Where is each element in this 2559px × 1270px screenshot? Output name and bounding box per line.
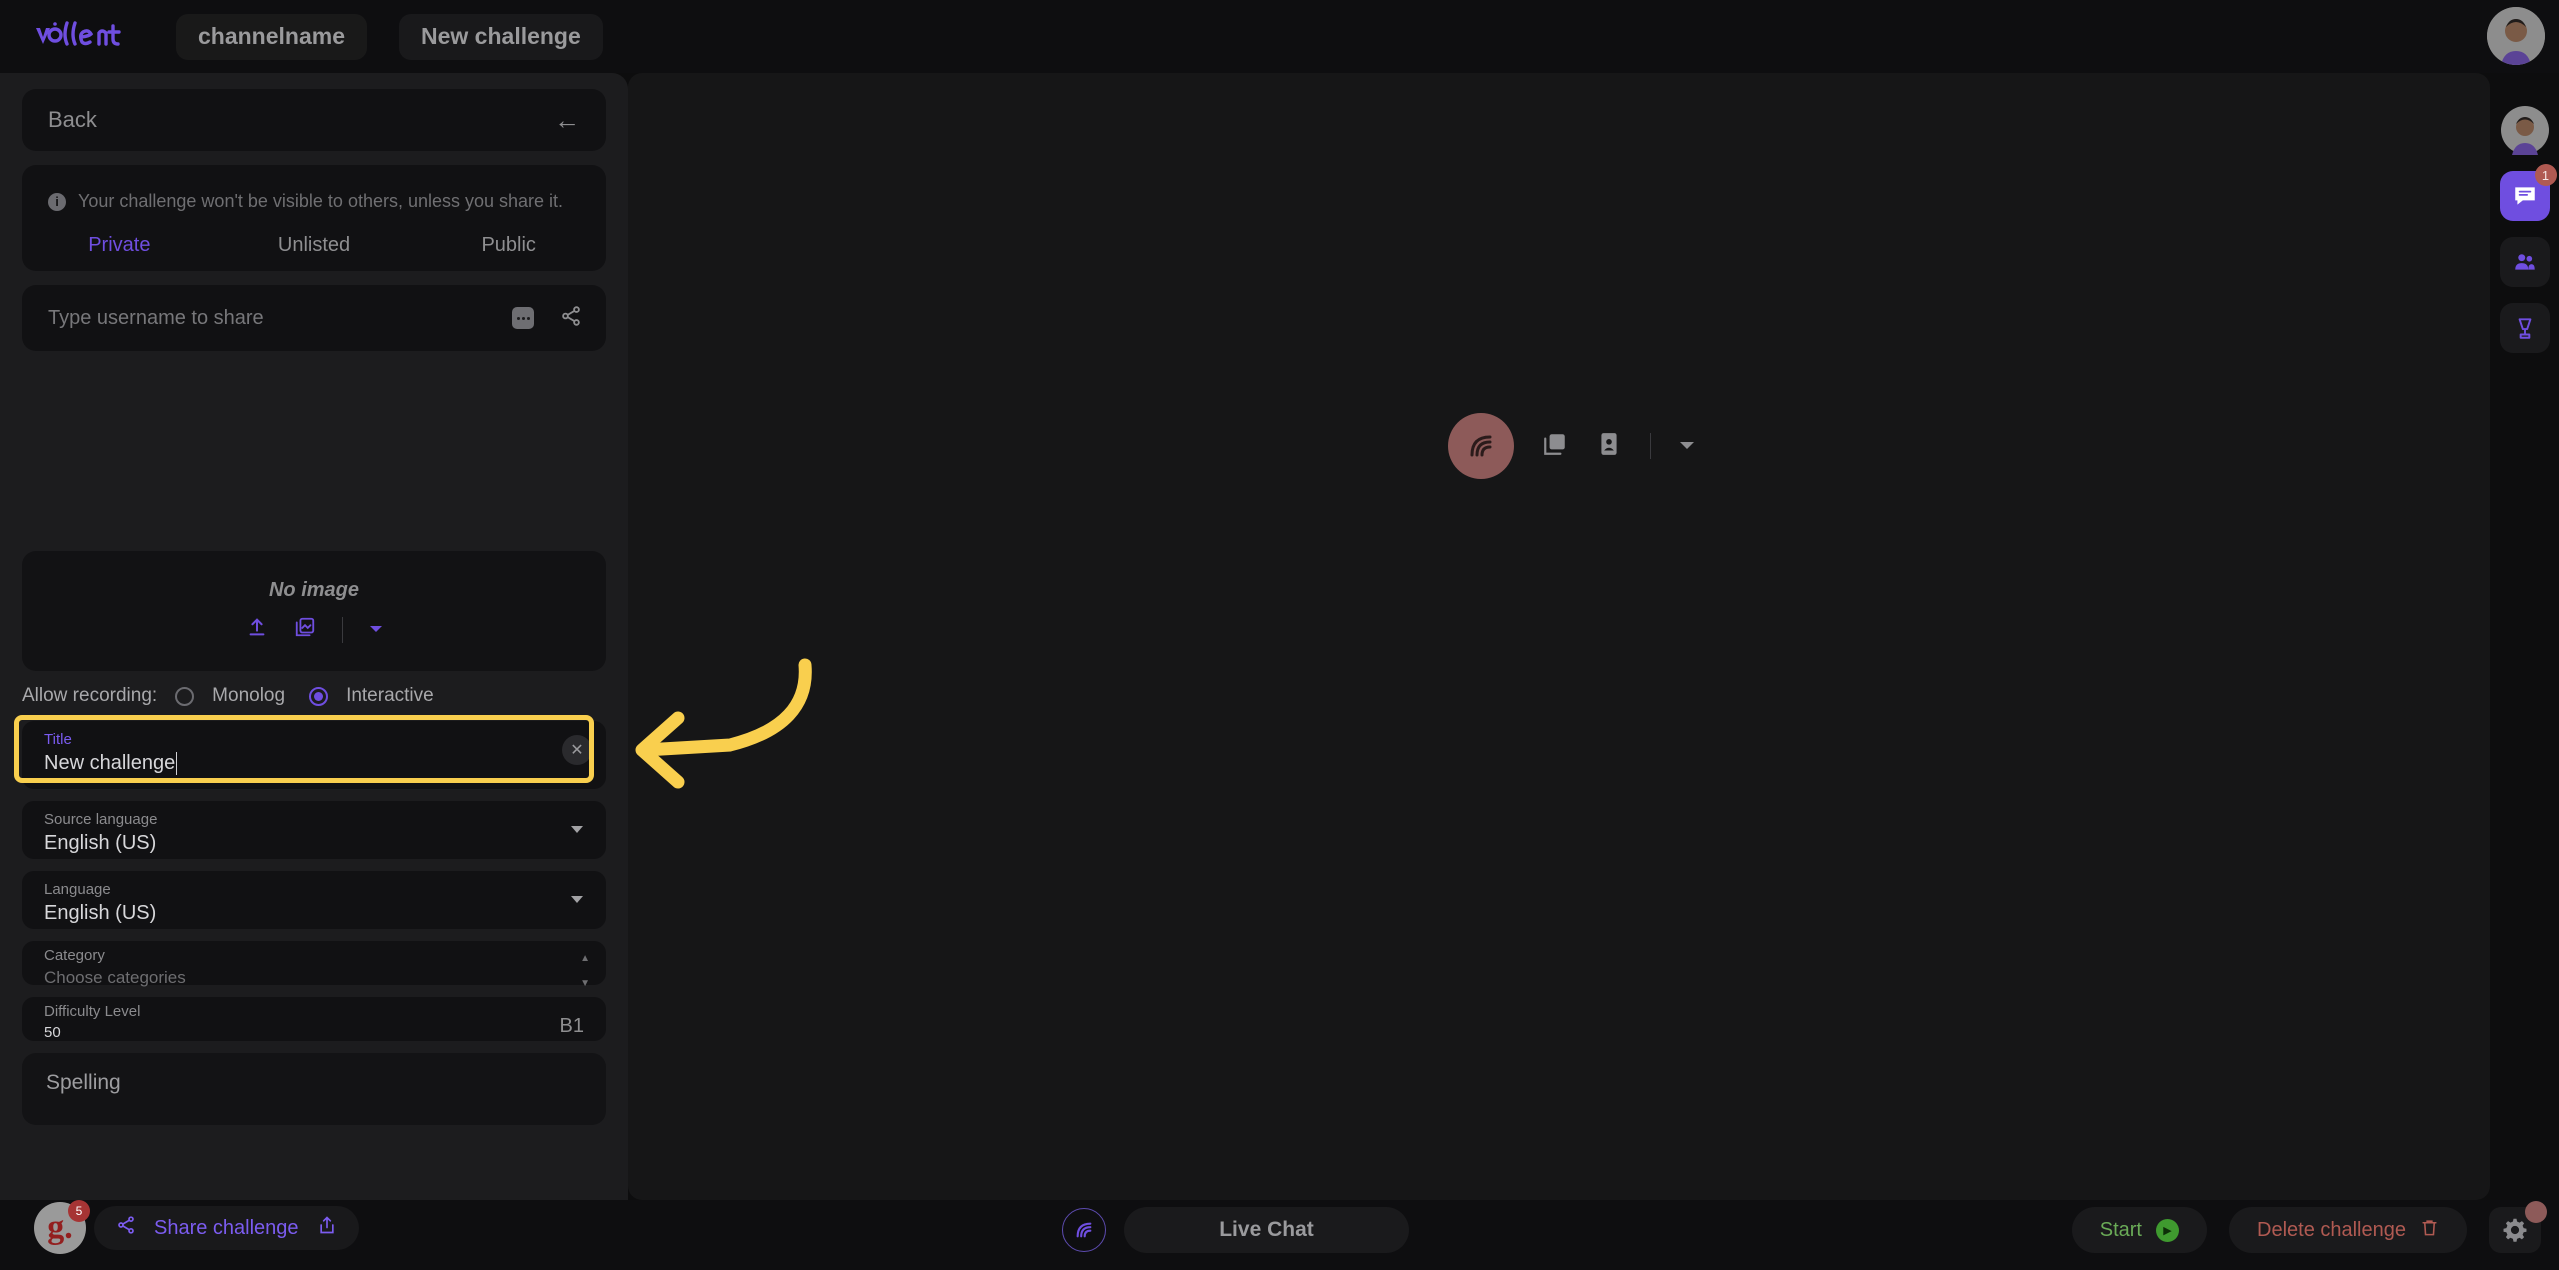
spinner-arrows-icon[interactable]: ▲ ▼ (580, 953, 590, 989)
radio-monolog[interactable] (175, 686, 195, 706)
profile-badge: 5 (68, 1200, 90, 1222)
source-language-value: English (US) (44, 832, 157, 854)
notice-text: Your challenge won't be visible to other… (78, 191, 564, 211)
play-icon: ▶ (2156, 1218, 2179, 1242)
back-button[interactable]: Back ← (22, 89, 606, 151)
challenge-settings-panel: Back ← i Your challenge won't be visible… (0, 73, 628, 1200)
language-field[interactable]: Language English (US) (22, 871, 606, 929)
radio-interactive[interactable] (309, 686, 329, 706)
share-icon (116, 1215, 136, 1241)
right-rail: 1 (2490, 73, 2559, 1200)
visibility-tabs: Private Unlisted Public (22, 212, 606, 271)
tab-private[interactable]: Private (22, 234, 217, 257)
radio-interactive-label[interactable]: Interactive (346, 685, 434, 707)
settings-badge (2525, 1201, 2547, 1223)
category-label: Category (44, 947, 105, 964)
share-challenge-button[interactable]: Share challenge (94, 1206, 359, 1250)
divider (341, 616, 343, 643)
vollent-logo[interactable] (34, 19, 144, 55)
difficulty-label: Difficulty Level (44, 1003, 141, 1020)
no-image-label: No image (268, 579, 360, 601)
delete-label: Delete challenge (2257, 1218, 2406, 1241)
source-language-field[interactable]: Source language English (US) (22, 801, 606, 859)
bottom-right-actions: Start ▶ Delete challenge (2071, 1201, 2547, 1253)
share-username-row: Type username to share (22, 285, 606, 351)
delete-challenge-button[interactable]: Delete challenge (2229, 1207, 2467, 1253)
channel-chip[interactable]: channelname (176, 13, 367, 60)
language-value: English (US) (44, 902, 157, 924)
category-field[interactable]: Category Choose categories ▲ ▼ (22, 941, 606, 989)
top-bar: channelname New challenge (0, 0, 2559, 73)
divider (1650, 433, 1651, 459)
difficulty-field[interactable]: Difficulty Level 50 B1 (22, 997, 606, 1041)
title-field-highlight (14, 715, 594, 783)
category-placeholder[interactable]: Choose categories (44, 968, 584, 988)
rail-tools-button[interactable] (2499, 303, 2550, 353)
allow-recording-row: Allow recording: Monolog Interactive (0, 671, 628, 713)
tab-public[interactable]: Public (411, 234, 606, 257)
source-language-label: Source language (44, 811, 158, 828)
gallery-icon[interactable] (1542, 431, 1568, 462)
cefr-badge: B1 (559, 1015, 584, 1037)
spelling-field[interactable]: Spelling (22, 1053, 606, 1125)
chevron-down-icon[interactable] (369, 621, 383, 639)
info-icon: i (48, 192, 66, 211)
share-username-input[interactable]: Type username to share (48, 307, 264, 330)
signal-wave-icon[interactable] (1448, 413, 1514, 479)
visibility-card: i Your challenge won't be visible to oth… (22, 165, 606, 271)
contact-card-icon[interactable] (1596, 431, 1622, 462)
start-label: Start (2099, 1218, 2142, 1241)
app-root: channelname New challenge Back ← i Your … (0, 0, 2559, 1270)
export-icon[interactable] (317, 1215, 337, 1241)
live-chat-button[interactable]: Live Chat (1124, 1207, 1409, 1253)
signal-wave-icon[interactable] (1062, 1208, 1106, 1252)
bottom-bar: g. 5 Share challenge Live Chat Start ▶ D… (0, 1200, 2559, 1270)
image-upload-area[interactable]: No image (22, 551, 606, 671)
stage-toolbar (1448, 413, 1695, 479)
share-challenge-label: Share challenge (154, 1216, 299, 1239)
tab-unlisted[interactable]: Unlisted (217, 234, 412, 257)
challenge-chip[interactable]: New challenge (399, 13, 603, 60)
trash-icon (2420, 1218, 2439, 1243)
chevron-down-icon[interactable] (1679, 437, 1695, 455)
visibility-notice: i Your challenge won't be visible to oth… (22, 165, 606, 212)
allow-recording-label: Allow recording: (22, 685, 158, 706)
chevron-down-icon[interactable] (570, 823, 584, 837)
main-stage (628, 73, 2490, 1200)
chevron-down-icon[interactable] (570, 893, 584, 907)
share-icon[interactable] (560, 305, 582, 332)
settings-button[interactable] (2489, 1201, 2547, 1253)
keyboard-icon[interactable] (512, 307, 534, 329)
arrow-left-icon[interactable]: ← (554, 107, 580, 133)
spelling-label: Spelling (46, 1071, 121, 1094)
radio-monolog-label[interactable]: Monolog (212, 685, 285, 707)
avatar[interactable] (2487, 7, 2545, 65)
gallery-icon[interactable] (294, 616, 316, 643)
chat-badge: 1 (2534, 164, 2557, 186)
difficulty-value: 50 (44, 1024, 61, 1041)
rail-chat-button[interactable]: 1 (2499, 164, 2557, 221)
rail-participants-button[interactable] (2499, 237, 2550, 287)
language-label: Language (44, 881, 111, 898)
upload-icon[interactable] (246, 616, 268, 643)
profile-logo[interactable]: g. 5 (34, 1200, 90, 1254)
back-label: Back (48, 107, 97, 132)
live-chat-group: Live Chat (1062, 1207, 1409, 1253)
start-button[interactable]: Start ▶ (2071, 1207, 2207, 1253)
rail-avatar[interactable] (2500, 105, 2550, 155)
